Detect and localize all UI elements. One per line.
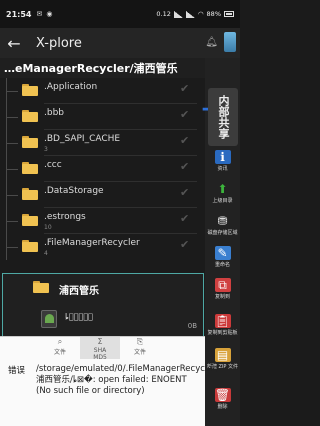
storage-tab[interactable]: 内部共享 [208, 88, 238, 146]
list-item[interactable]: .Application ✔ [0, 78, 205, 104]
copy-clipboard-button[interactable]: 📋︎ 复制到剪贴板 [205, 314, 240, 336]
zip-icon: ▤ [214, 348, 231, 362]
info-button[interactable]: ℹ 资讯 [205, 150, 240, 172]
path-breadcrumb[interactable]: …eManagerRecycler/浦西管乐 [0, 58, 208, 78]
copy-icon: ⧉ [214, 278, 231, 292]
checkmark-icon[interactable]: ✔ [180, 109, 191, 120]
checkmark-icon[interactable]: ✔ [180, 161, 191, 172]
clipboard-thumbnail-icon[interactable] [224, 32, 236, 52]
disk-button[interactable]: ⛃ 磁盘存储区域 [205, 214, 240, 236]
signal-icon [173, 10, 183, 18]
folder-icon [22, 240, 38, 252]
arrow-left-icon[interactable]: ← [0, 34, 28, 53]
file-name[interactable]: ȴ      [65, 312, 93, 321]
error-message: /storage/emulated/0/.FileManagerRecycler… [36, 364, 219, 396]
folder-name: .FileManagerRecycler [44, 238, 140, 248]
app-title: X-plore [36, 35, 82, 51]
error-label: 错误 [8, 366, 26, 376]
app-toolbar: ← X-plore 🔔︎ [0, 28, 240, 58]
folder-list: .Application ✔ .bbb ✔ .BD_SAPI_CACHE 3 ✔… [0, 78, 205, 273]
file-size: 0B [187, 322, 197, 330]
checkmark-icon[interactable]: ✔ [180, 135, 191, 146]
folder-name: .estrongs [44, 212, 86, 222]
wifi-icon: ◠ [197, 10, 204, 18]
item-count: 10 [44, 224, 52, 231]
status-bar: 21:54 ✉ ◉ 0.12 ◠ 88% [0, 0, 240, 28]
network-speed: 0.12 [156, 10, 171, 18]
tab-hash[interactable]: Σ SHA MD5 [80, 337, 120, 361]
parent-dir-button[interactable]: ⬆ 上级目录 [205, 182, 240, 204]
folder-name: .BD_SAPI_CACHE [44, 134, 121, 144]
tab-file[interactable]: ⌕ 文件 [40, 337, 80, 359]
list-item[interactable]: .ccc ✔ [0, 156, 205, 182]
folder-icon [22, 162, 38, 174]
delete-button[interactable]: 🗑︎ 删除 [205, 388, 240, 410]
item-count: 4 [44, 250, 48, 257]
checkmark-icon[interactable]: ✔ [180, 187, 191, 198]
folder-icon [33, 281, 49, 293]
copy-to-button[interactable]: ⧉ 复制到 [205, 278, 240, 300]
list-item[interactable]: .DataStorage ✔ [0, 182, 205, 208]
folder-icon [22, 214, 38, 226]
info-icon: ℹ [214, 150, 231, 164]
checkmark-icon[interactable]: ✔ [180, 239, 191, 250]
rename-icon: ✎ [214, 246, 231, 260]
list-item[interactable]: .bbb ✔ [0, 104, 205, 130]
folder-icon [22, 84, 38, 96]
error-dialog: ⌕ 文件 Σ SHA MD5 ⎘ 文件 错误 /storage/emulated/0/… [0, 336, 219, 426]
selected-folder-name: 浦西管乐 [59, 286, 99, 297]
system-nav-bar [0, 416, 205, 426]
list-item[interactable]: .estrongs 10 ✔ [0, 208, 205, 234]
list-item[interactable]: .BD_SAPI_CACHE 3 ✔ [0, 130, 205, 156]
signal-icon [185, 10, 195, 18]
folder-name: .DataStorage [44, 186, 104, 196]
battery-level: 88% [206, 10, 221, 18]
delete-icon: 🗑︎ [214, 388, 231, 402]
bell-icon[interactable]: 🔔︎ [205, 37, 218, 48]
folder-name: .bbb [44, 108, 64, 118]
checkmark-icon[interactable]: ✔ [180, 83, 191, 94]
checkmark-icon[interactable]: ✔ [180, 213, 191, 224]
selected-folder-row[interactable]: 浦西管乐 [3, 274, 203, 302]
dialog-tabs: ⌕ 文件 Σ SHA MD5 ⎘ 文件 [40, 337, 160, 361]
folder-icon [22, 136, 38, 148]
clock: 21:54 [6, 9, 32, 19]
folder-name: .ccc [44, 160, 62, 170]
android-file-icon [41, 310, 57, 328]
folder-icon [22, 188, 38, 200]
list-item[interactable]: .FileManagerRecycler 4 ✔ [0, 234, 205, 260]
folder-name: .Application [44, 82, 98, 92]
rename-button[interactable]: ✎ 重命名 [205, 246, 240, 268]
item-count: 3 [44, 146, 48, 153]
notification-icon: ◉ [46, 10, 53, 18]
tab-copy[interactable]: ⎘ 文件 [120, 337, 160, 359]
folder-icon [22, 110, 38, 122]
clipboard-icon: 📋︎ [214, 314, 231, 328]
disk-icon: ⛃ [217, 214, 228, 228]
up-icon: ⬆ [217, 182, 228, 196]
notification-icon: ✉ [36, 10, 43, 18]
battery-icon [224, 11, 234, 17]
